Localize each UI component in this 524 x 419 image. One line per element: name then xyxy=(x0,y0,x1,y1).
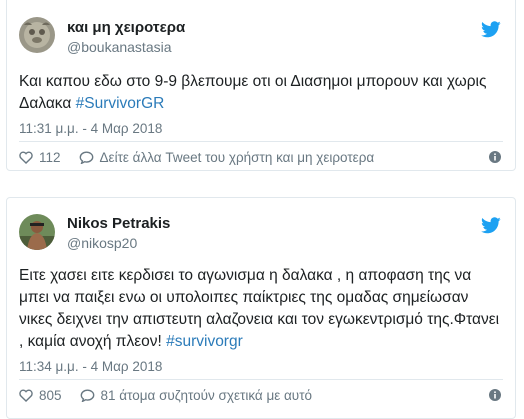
divider xyxy=(19,141,503,142)
tweet-timestamp[interactable]: 11:31 μ.μ. - 4 Μαρ 2018 xyxy=(19,121,162,136)
like-button[interactable]: 805 xyxy=(19,388,62,403)
user-handle[interactable]: @boukanastasia xyxy=(67,39,172,55)
tweet-text: Και καπου εδω στο 9-9 βλεπουμε οτι οι Δι… xyxy=(19,71,504,115)
like-button[interactable]: 112 xyxy=(19,150,61,165)
info-icon[interactable] xyxy=(489,150,501,163)
tweet-timestamp[interactable]: 11:34 μ.μ. - 4 Μαρ 2018 xyxy=(19,359,162,374)
heart-icon xyxy=(19,388,33,402)
user-handle[interactable]: @nikosp20 xyxy=(67,235,137,251)
view-more-tweets-link[interactable]: Δείτε άλλα Tweet του χρήστη και μη χειρο… xyxy=(79,149,375,165)
like-count: 112 xyxy=(39,149,61,165)
hashtag-link[interactable]: #SurvivorGR xyxy=(76,95,165,112)
reply-bubble-icon xyxy=(79,151,93,164)
display-name[interactable]: Nikos Petrakis xyxy=(67,215,170,232)
avatar[interactable] xyxy=(19,214,55,250)
divider xyxy=(19,379,503,380)
reply-bubble-icon xyxy=(80,389,94,402)
avatar[interactable] xyxy=(19,17,55,53)
heart-icon xyxy=(19,150,33,164)
tweet-text-body: Ειτε χασει ειτε κερδισει το αγωνισμα η δ… xyxy=(19,267,500,350)
tweet-card: Nikos Petrakis @nikosp20 Ειτε χασει ειτε… xyxy=(6,197,516,419)
hashtag-link[interactable]: #survivorgr xyxy=(166,333,243,350)
action-label: Δείτε άλλα Tweet του χρήστη και μη χειρο… xyxy=(99,149,375,165)
twitter-bird-icon[interactable] xyxy=(481,217,501,234)
tweet-card: και μη χειροτερα @boukanastasia Και καπο… xyxy=(6,0,516,171)
display-name[interactable]: και μη χειροτερα xyxy=(67,19,185,36)
action-label: 81 άτομα συζητούν σχετικά με αυτό xyxy=(100,387,313,403)
info-icon[interactable] xyxy=(489,388,501,401)
tweet-actions: 805 81 άτομα συζητούν σχετικά με αυτό xyxy=(19,385,503,405)
twitter-bird-icon[interactable] xyxy=(481,21,501,38)
conversation-link[interactable]: 81 άτομα συζητούν σχετικά με αυτό xyxy=(80,387,313,403)
like-count: 805 xyxy=(39,387,62,403)
tweet-actions: 112 Δείτε άλλα Tweet του χρήστη και μη χ… xyxy=(19,147,503,167)
tweet-text: Ειτε χασει ειτε κερδισει το αγωνισμα η δ… xyxy=(19,265,504,353)
